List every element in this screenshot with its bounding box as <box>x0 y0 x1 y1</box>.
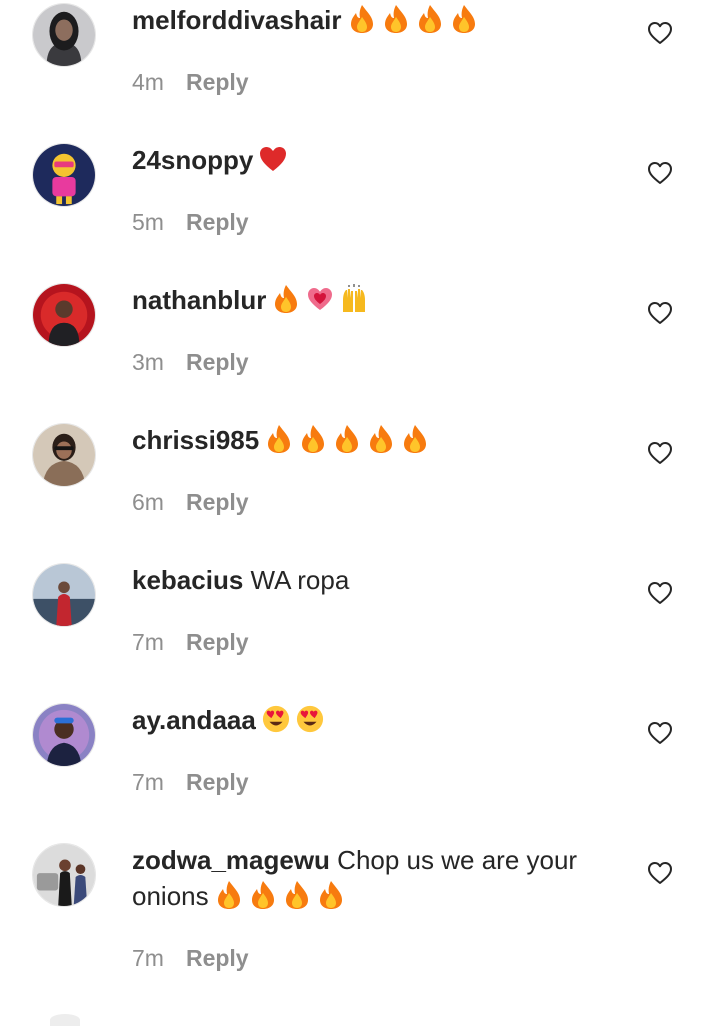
comment-body: kebacius WA ropa <box>132 562 622 598</box>
comment-meta: 4m Reply <box>132 67 249 97</box>
comment-username[interactable]: melforddivashair <box>132 5 342 35</box>
comment-body: chrissi985 <box>132 422 622 458</box>
heart-eyes-emoji <box>262 704 290 734</box>
comment-list: melforddivashair 4m Reply 24snoppy 5m Repl… <box>0 0 720 1026</box>
avatar[interactable] <box>32 423 96 487</box>
like-button[interactable] <box>647 441 673 465</box>
fire-emoji <box>265 424 293 454</box>
fire-emoji <box>299 424 327 454</box>
avatar[interactable] <box>32 143 96 207</box>
reply-button[interactable]: Reply <box>186 69 249 95</box>
fire-emoji <box>401 424 429 454</box>
comment-timestamp: 3m <box>132 349 164 375</box>
reply-button[interactable]: Reply <box>186 769 249 795</box>
like-button[interactable] <box>647 161 673 185</box>
fire-emoji <box>382 4 410 34</box>
heart-outline-icon <box>648 442 672 464</box>
comment-meta: 7m Reply <box>132 627 249 657</box>
raising-hands-emoji <box>340 284 368 314</box>
comment-timestamp: 6m <box>132 489 164 515</box>
comment-body: melforddivashair <box>132 2 622 38</box>
heart-outline-icon <box>648 302 672 324</box>
comment-meta: 5m Reply <box>132 207 249 237</box>
reply-button[interactable]: Reply <box>186 629 249 655</box>
heart-outline-icon <box>648 22 672 44</box>
avatar[interactable] <box>32 563 96 627</box>
fire-emoji <box>215 880 243 910</box>
sparkling-heart-emoji <box>306 284 334 314</box>
comment-body: zodwa_magewu Chop us we are your onions <box>132 842 622 914</box>
comment-body: nathanblur <box>132 282 622 318</box>
comment-username[interactable]: zodwa_magewu <box>132 845 330 875</box>
comment-meta: 7m Reply <box>132 943 249 973</box>
like-button[interactable] <box>647 721 673 745</box>
fire-emoji <box>249 880 277 910</box>
avatar[interactable] <box>32 843 96 907</box>
comment-username[interactable]: kebacius <box>132 565 243 595</box>
comment-timestamp: 7m <box>132 769 164 795</box>
comment-timestamp: 7m <box>132 629 164 655</box>
fire-emoji <box>317 880 345 910</box>
comment-timestamp: 5m <box>132 209 164 235</box>
fire-emoji <box>450 4 478 34</box>
comment-username[interactable]: ay.andaaa <box>132 705 256 735</box>
avatar[interactable] <box>32 283 96 347</box>
avatar[interactable] <box>32 3 96 67</box>
heart-outline-icon <box>648 722 672 744</box>
avatar[interactable] <box>32 703 96 767</box>
reply-button[interactable]: Reply <box>186 945 249 971</box>
comment-meta: 3m Reply <box>132 347 249 377</box>
comment-meta: 6m Reply <box>132 487 249 517</box>
like-button[interactable] <box>647 301 673 325</box>
comment-body: 24snoppy <box>132 142 622 178</box>
heart-outline-icon <box>648 862 672 884</box>
fire-emoji <box>283 880 311 910</box>
fire-emoji <box>416 4 444 34</box>
comment-username[interactable]: 24snoppy <box>132 145 253 175</box>
heart-outline-icon <box>648 162 672 184</box>
like-button[interactable] <box>647 861 673 885</box>
heart-eyes-emoji <box>296 704 324 734</box>
like-button[interactable] <box>647 21 673 45</box>
comment-timestamp: 4m <box>132 69 164 95</box>
fire-emoji <box>333 424 361 454</box>
comment-meta: 7m Reply <box>132 767 249 797</box>
comment-username[interactable]: nathanblur <box>132 285 266 315</box>
heart-outline-icon <box>648 582 672 604</box>
reply-button[interactable]: Reply <box>186 349 249 375</box>
comment-body: ay.andaaa <box>132 702 622 738</box>
like-button[interactable] <box>647 581 673 605</box>
comment-timestamp: 7m <box>132 945 164 971</box>
reply-button[interactable]: Reply <box>186 489 249 515</box>
red-heart-emoji <box>259 144 287 174</box>
fire-emoji <box>348 4 376 34</box>
reply-button[interactable]: Reply <box>186 209 249 235</box>
comment-username[interactable]: chrissi985 <box>132 425 259 455</box>
fire-emoji <box>272 284 300 314</box>
fire-emoji <box>367 424 395 454</box>
comment-text: WA ropa <box>250 565 350 595</box>
next-avatar-edge <box>50 1014 80 1026</box>
